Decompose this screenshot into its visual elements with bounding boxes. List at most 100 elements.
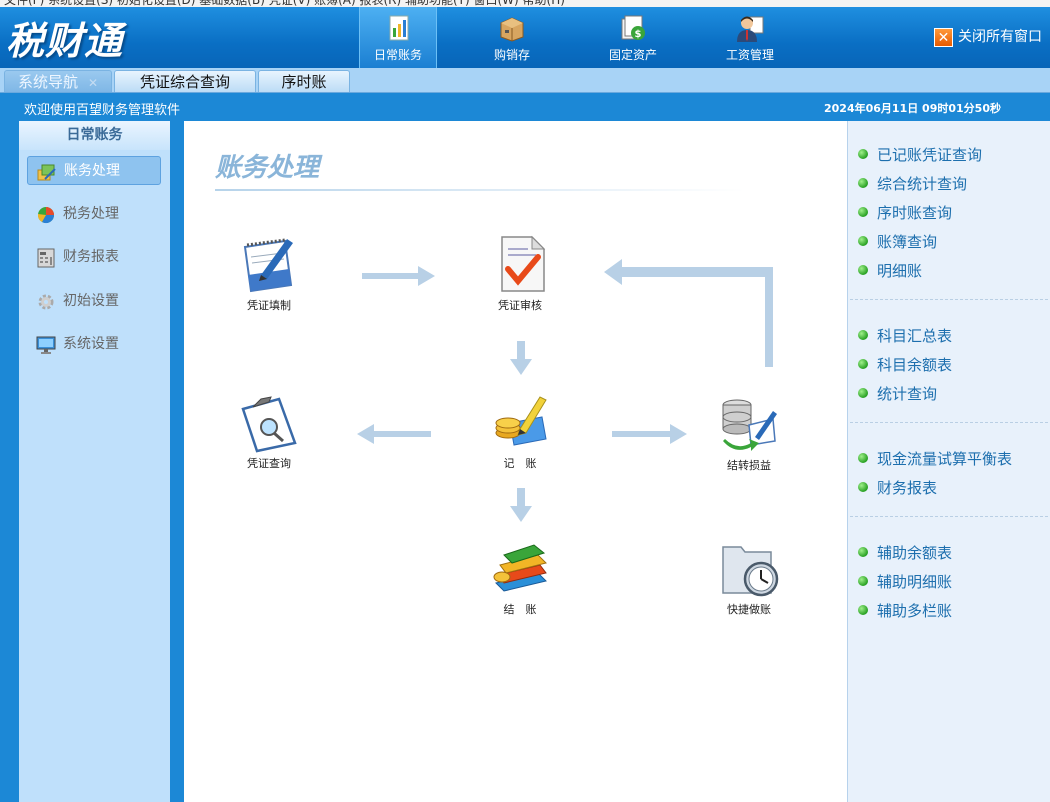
monitor-icon: [36, 336, 56, 354]
divider: [850, 422, 1048, 423]
nav-item-initial-settings[interactable]: 初始设置: [27, 287, 161, 316]
module-purchase-sales-inventory[interactable]: 购销存: [473, 7, 551, 68]
link-label: 财务报表: [877, 479, 938, 497]
coins-pen-icon: [495, 396, 547, 446]
quick-links-panel: 已记账凭证查询 综合统计查询 序时账查询 账簿查询 明细账 科目汇总表 科目余额…: [847, 121, 1050, 802]
svg-text:$: $: [635, 29, 642, 40]
link-comprehensive-stats-query[interactable]: 综合统计查询: [858, 173, 967, 194]
close-icon: ✕: [934, 27, 953, 47]
link-label: 辅助多栏账: [877, 602, 953, 620]
link-statistics-query[interactable]: 统计查询: [858, 383, 937, 404]
link-ledger-query[interactable]: 账簿查询: [858, 231, 937, 252]
green-dot-icon: [858, 453, 868, 463]
workflow-label: 凭证审核: [498, 299, 542, 312]
nav-item-financial-reports[interactable]: 财务报表: [27, 243, 161, 272]
link-label: 辅助余额表: [877, 544, 953, 562]
ledger-book-icon: [389, 15, 409, 41]
nav-item-label: 账务处理: [64, 163, 120, 179]
folder-clock-icon: [722, 546, 779, 597]
workflow-label: 快捷做账: [727, 603, 771, 616]
clipboard-search-icon: [241, 396, 297, 453]
tab-label: 系统导航: [17, 73, 78, 91]
workflow-quick-booking[interactable]: 快捷做账: [699, 539, 789, 629]
welcome-bar: 欢迎使用百望财务管理软件 2024年06月11日 09时01分50秒: [0, 93, 1050, 121]
tab-label: 凭证综合查询: [139, 73, 230, 91]
app-header: 税财通 日常账务 购销存 $ 固定资产 工资管理 ✕ 关闭所有窗口: [0, 7, 1050, 68]
notepad-pen-icon: [243, 238, 293, 293]
workflow-label: 记 账: [503, 457, 537, 470]
green-dot-icon: [858, 576, 868, 586]
module-label: 购销存: [493, 48, 530, 62]
link-posted-voucher-query[interactable]: 已记账凭证查询: [858, 144, 982, 165]
workflow-label: 结 账: [503, 603, 537, 616]
workflow-voucher-query[interactable]: 凭证查询: [219, 393, 309, 483]
nav-item-label: 系统设置: [63, 336, 119, 352]
app-logo: 税财通: [6, 18, 124, 63]
main-content: 账务处理 凭证填制 凭证审核 凭证查询 记 账 结转损益 结 账 快捷做账: [184, 121, 846, 802]
link-account-balance[interactable]: 科目余额表: [858, 354, 952, 375]
database-arrow-icon: [722, 399, 777, 451]
document-check-icon: [501, 235, 546, 292]
close-all-windows-button[interactable]: ✕ 关闭所有窗口: [934, 26, 1042, 47]
link-financial-reports[interactable]: 财务报表: [858, 477, 937, 498]
tab-chronological-ledger[interactable]: 序时账: [258, 70, 350, 92]
module-fixed-assets[interactable]: $ 固定资产: [594, 7, 672, 68]
nav-item-tax-processing[interactable]: 税务处理: [27, 200, 161, 229]
nav-item-label: 财务报表: [63, 249, 119, 265]
arrow-down-icon: [510, 341, 532, 375]
module-label: 日常账务: [373, 48, 422, 62]
pie-chart-icon: [37, 207, 55, 224]
green-dot-icon: [858, 482, 868, 492]
tab-close-icon[interactable]: ✕: [88, 76, 98, 90]
workflow-voucher-review[interactable]: 凭证审核: [470, 235, 560, 325]
workflow-closing[interactable]: 结 账: [470, 539, 560, 629]
link-auxiliary-multicolumn[interactable]: 辅助多栏账: [858, 600, 952, 621]
link-auxiliary-balance[interactable]: 辅助余额表: [858, 542, 952, 563]
module-payroll[interactable]: 工资管理: [711, 7, 789, 68]
link-label: 明细账: [877, 262, 923, 280]
workflow-label: 凭证查询: [247, 457, 291, 470]
link-label: 综合统计查询: [877, 175, 968, 193]
link-label: 已记账凭证查询: [877, 146, 983, 164]
nav-item-label: 税务处理: [63, 206, 119, 222]
link-label: 辅助明细账: [877, 573, 953, 591]
welcome-message: 欢迎使用百望财务管理软件: [24, 103, 181, 118]
title-underline: [215, 189, 745, 191]
nav-item-account-processing[interactable]: 账务处理: [27, 156, 161, 185]
green-dot-icon: [858, 547, 868, 557]
nav-title: 日常账务: [19, 121, 170, 150]
arrow-right-icon: [362, 266, 435, 286]
link-label: 序时账查询: [877, 204, 953, 222]
green-dot-icon: [858, 149, 868, 159]
asset-register-icon: $: [621, 15, 645, 40]
module-daily-accounts[interactable]: 日常账务: [359, 7, 437, 68]
link-chronological-query[interactable]: 序时账查询: [858, 202, 952, 223]
link-detail-ledger[interactable]: 明细账: [858, 260, 922, 281]
link-auxiliary-detail[interactable]: 辅助明细账: [858, 571, 952, 592]
green-dot-icon: [858, 330, 868, 340]
workflow-posting[interactable]: 记 账: [470, 393, 560, 483]
link-label: 现金流量试算平衡表: [877, 450, 1013, 468]
green-dot-icon: [858, 359, 868, 369]
nav-item-system-settings[interactable]: 系统设置: [27, 330, 161, 359]
workflow-voucher-entry[interactable]: 凭证填制: [219, 235, 309, 325]
nav-item-label: 初始设置: [63, 293, 119, 309]
divider: [850, 516, 1048, 517]
link-label: 账簿查询: [877, 233, 938, 251]
package-box-icon: [500, 17, 524, 42]
link-cash-flow-trial-balance[interactable]: 现金流量试算平衡表: [858, 448, 1012, 469]
green-dot-icon: [858, 207, 868, 217]
close-all-label: 关闭所有窗口: [958, 29, 1042, 45]
divider: [850, 299, 1048, 300]
green-dot-icon: [858, 605, 868, 615]
tab-voucher-query[interactable]: 凭证综合查询: [114, 70, 256, 92]
tab-system-navigation[interactable]: 系统导航 ✕: [4, 70, 112, 92]
books-stack-icon: [493, 544, 547, 592]
green-dot-icon: [858, 265, 868, 275]
arrow-left-icon: [357, 424, 431, 444]
module-label: 工资管理: [725, 48, 774, 62]
link-account-summary[interactable]: 科目汇总表: [858, 325, 952, 346]
module-label: 固定资产: [608, 48, 657, 62]
workflow-carry-forward[interactable]: 结转损益: [699, 395, 789, 485]
gear-icon: [38, 294, 54, 310]
